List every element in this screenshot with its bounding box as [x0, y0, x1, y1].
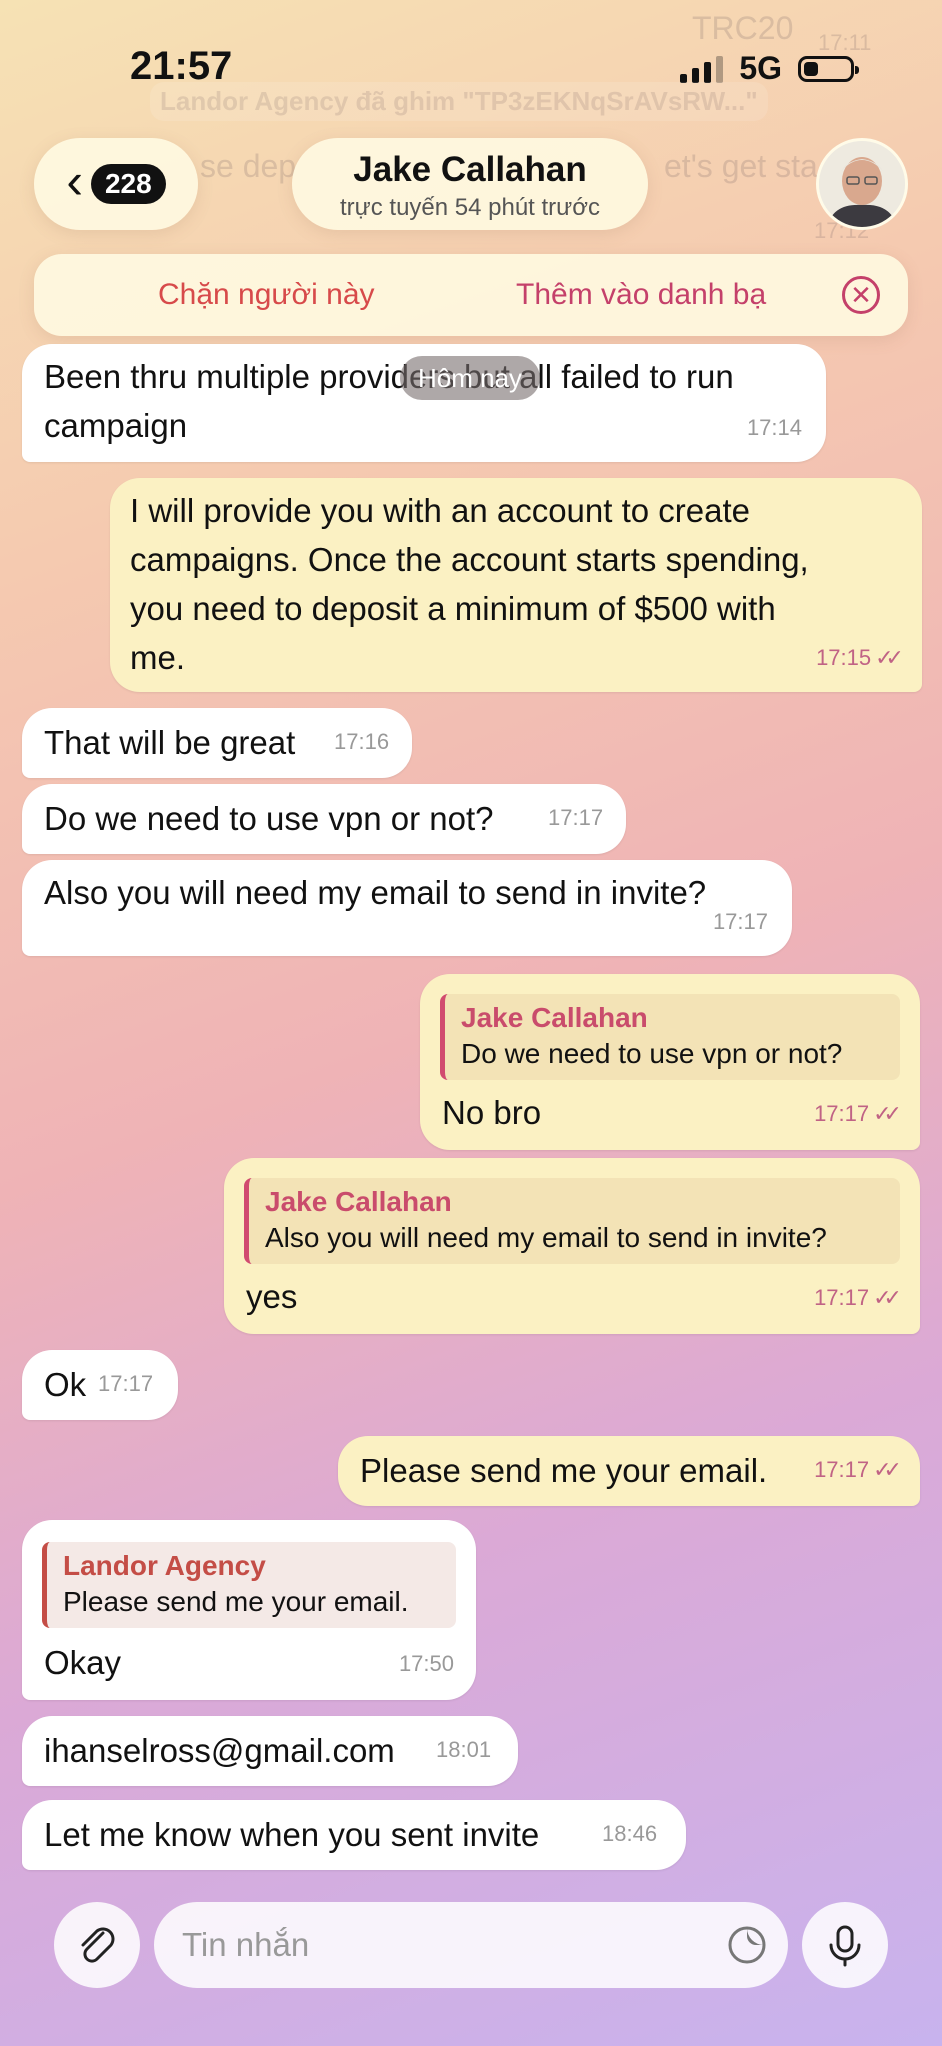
message-text: No bro — [442, 1094, 542, 1131]
reply-quote[interactable]: Landor Agency Please send me your email. — [42, 1542, 456, 1628]
reply-text: Do we need to use vpn or not? — [461, 1038, 843, 1069]
message-time: 17:17 ✓✓ — [814, 1457, 902, 1482]
message-incoming[interactable]: Do we need to use vpn or not? 17:17 — [22, 784, 626, 854]
back-chevron-icon: ‹ — [66, 153, 83, 209]
message-time: 17:15 ✓✓ — [816, 645, 904, 670]
message-incoming[interactable]: ihanselross@gmail.com 18:01 — [22, 1716, 518, 1786]
message-text: ihanselross@gmail.com — [44, 1732, 395, 1769]
reply-author: Jake Callahan — [461, 1002, 648, 1033]
message-time: 17:17 ✓✓ — [814, 1285, 902, 1310]
double-check-icon: ✓✓ — [875, 645, 904, 670]
message-text: I will provide you with an account to cr… — [130, 492, 750, 529]
bg-partial-right: et's get sta — [664, 148, 818, 184]
message-text: campaign — [44, 407, 188, 444]
sticker-icon[interactable] — [726, 1924, 768, 1966]
microphone-icon — [829, 1925, 861, 1967]
message-text: Also you will need my email to send in i… — [44, 874, 707, 911]
message-time: 17:14 — [746, 415, 802, 440]
add-contact-button[interactable]: Thêm vào danh bạ — [516, 278, 766, 312]
message-incoming[interactable]: Ok 17:17 — [22, 1350, 178, 1420]
reply-text: Also you will need my email to send in i… — [265, 1222, 827, 1253]
message-text: That will be great — [44, 724, 296, 761]
reply-author: Jake Callahan — [265, 1186, 452, 1217]
reply-quote[interactable]: Jake Callahan Do we need to use vpn or n… — [440, 994, 900, 1080]
message-outgoing[interactable]: Jake Callahan Do we need to use vpn or n… — [420, 974, 920, 1150]
microphone-button[interactable] — [802, 1902, 888, 1988]
unread-count-badge: 228 — [90, 164, 166, 204]
message-outgoing[interactable]: Jake Callahan Also you will need my emai… — [224, 1158, 920, 1334]
message-input-placeholder: Tin nhắn — [182, 1926, 310, 1963]
chat-title[interactable]: Jake Callahan trực tuyến 54 phút trước — [292, 138, 648, 230]
message-text: Please send me your email. — [360, 1452, 768, 1489]
message-input[interactable]: Tin nhắn — [154, 1902, 788, 1988]
contact-name: Jake Callahan — [353, 150, 587, 189]
message-outgoing[interactable]: Please send me your email. 17:17 ✓✓ — [338, 1436, 920, 1506]
bg-time: 17:11 — [818, 30, 872, 55]
reply-author: Landor Agency — [63, 1550, 266, 1581]
block-user-button[interactable]: Chặn người này — [158, 278, 375, 312]
date-chip: Hôm nay — [400, 356, 540, 400]
message-text: campaigns. Once the account starts spend… — [130, 541, 809, 578]
message-time: 17:17 — [548, 805, 604, 830]
message-time: 18:01 — [436, 1737, 492, 1762]
message-time: 17:17 — [98, 1371, 154, 1396]
message-text: you need to deposit a minimum of $500 wi… — [130, 590, 776, 627]
contact-action-bar: Chặn người này Thêm vào danh bạ ✕ — [34, 254, 908, 336]
paperclip-icon — [81, 1927, 115, 1963]
message-incoming[interactable]: Let me know when you sent invite 18:46 — [22, 1800, 686, 1870]
message-text: Do we need to use vpn or not? — [44, 800, 494, 837]
back-button[interactable]: ‹ 228 — [34, 138, 198, 230]
contact-status: trực tuyến 54 phút trước — [340, 194, 600, 221]
double-check-icon: ✓✓ — [873, 1101, 902, 1126]
double-check-icon: ✓✓ — [873, 1457, 902, 1482]
message-text: me. — [130, 639, 186, 676]
message-text: Okay — [44, 1644, 122, 1681]
close-icon[interactable]: ✕ — [842, 276, 880, 314]
message-time: 17:50 — [398, 1651, 454, 1676]
bg-partial-left: se dep — [200, 148, 297, 184]
battery-icon — [798, 55, 859, 82]
reply-quote[interactable]: Jake Callahan Also you will need my emai… — [244, 1178, 900, 1264]
double-check-icon: ✓✓ — [873, 1285, 902, 1310]
message-text: yes — [246, 1278, 298, 1315]
signal-icon — [680, 55, 724, 83]
message-text: Been thru multiple providers but all fai… — [44, 358, 734, 395]
message-incoming[interactable]: Landor Agency Please send me your email.… — [22, 1520, 476, 1700]
bg-trc20-text: TRC20 — [692, 10, 794, 46]
message-time: 17:16 — [334, 729, 390, 754]
message-time: 17:17 ✓✓ — [814, 1101, 902, 1126]
avatar[interactable] — [816, 138, 908, 230]
message-text: Let me know when you sent invite — [44, 1816, 540, 1853]
message-text: Ok — [44, 1366, 87, 1403]
message-outgoing[interactable]: I will provide you with an account to cr… — [110, 478, 922, 692]
message-incoming[interactable]: That will be great 17:16 — [22, 708, 412, 778]
message-time: 17:17 — [712, 909, 768, 934]
pinned-banner[interactable]: Landor Agency đã ghim "TP3zEKNqSrAVsRW..… — [150, 82, 768, 121]
attach-button[interactable] — [54, 1902, 140, 1988]
message-time: 18:46 — [602, 1821, 658, 1846]
message-incoming[interactable]: Also you will need my email to send in i… — [22, 860, 792, 956]
reply-text: Please send me your email. — [63, 1586, 409, 1617]
